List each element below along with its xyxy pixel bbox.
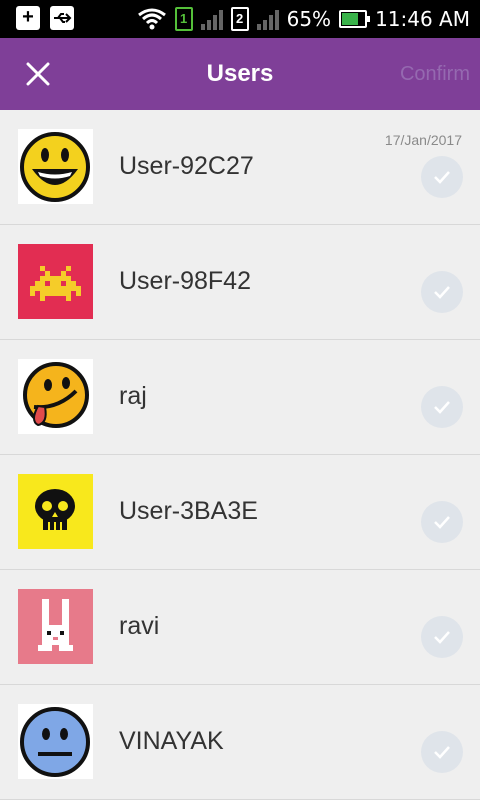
select-checkbox[interactable]	[421, 386, 463, 428]
checkmark-icon	[434, 516, 450, 529]
add-notification-icon: +	[16, 6, 40, 30]
sim1-icon: 1	[174, 7, 193, 31]
app-bar: Users Confirm	[0, 38, 480, 110]
user-name: User-3BA3E	[119, 497, 258, 525]
user-list: User-92C27 17/Jan/2017 User-98F42 raj Us…	[0, 110, 480, 800]
list-item[interactable]: User-92C27 17/Jan/2017	[0, 110, 480, 225]
bunny-icon	[18, 589, 93, 664]
checkmark-icon	[434, 286, 450, 299]
user-name: VINAYAK	[119, 727, 224, 755]
checkmark-icon	[434, 631, 450, 644]
battery-charging-icon	[339, 10, 371, 28]
user-name: User-98F42	[119, 267, 251, 295]
list-item[interactable]: ravi	[0, 570, 480, 685]
user-name: User-92C27	[119, 152, 254, 180]
sim2-icon: 2	[230, 7, 249, 31]
select-checkbox[interactable]	[421, 156, 463, 198]
signal-icon	[200, 8, 223, 30]
status-bar: + 1 2 65% 11:46 AM	[0, 0, 480, 38]
user-name: ravi	[119, 612, 160, 640]
user-name: raj	[119, 382, 147, 410]
checkmark-icon	[434, 746, 450, 759]
checkmark-icon	[434, 401, 450, 414]
select-checkbox[interactable]	[421, 731, 463, 773]
list-item[interactable]: VINAYAK	[0, 685, 480, 800]
usb-icon	[50, 6, 74, 30]
select-checkbox[interactable]	[421, 271, 463, 313]
checkmark-icon	[434, 171, 450, 184]
battery-percent: 65%	[286, 7, 332, 31]
date-label: 17/Jan/2017	[384, 132, 462, 148]
smiley-grin-icon	[18, 129, 93, 204]
skull-icon	[18, 474, 93, 549]
smiley-tongue-icon	[18, 359, 93, 434]
list-item[interactable]: User-3BA3E	[0, 455, 480, 570]
list-item[interactable]: User-98F42	[0, 225, 480, 340]
clock: 11:46 AM	[375, 7, 470, 31]
select-checkbox[interactable]	[421, 616, 463, 658]
signal-icon	[256, 8, 279, 30]
list-item[interactable]: raj	[0, 340, 480, 455]
wifi-icon	[137, 8, 166, 30]
space-invader-icon	[18, 244, 93, 319]
confirm-button[interactable]: Confirm	[400, 63, 470, 86]
neutral-face-icon	[18, 704, 93, 779]
select-checkbox[interactable]	[421, 501, 463, 543]
